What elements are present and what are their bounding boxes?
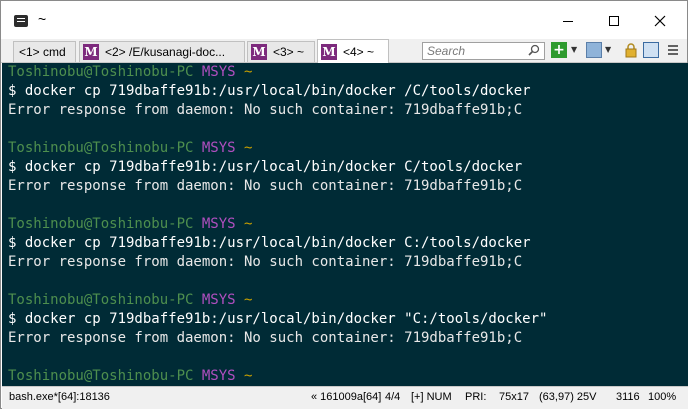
maximize-icon (609, 16, 619, 26)
minimize-icon (563, 20, 573, 22)
search-icon[interactable] (528, 44, 540, 56)
status-zoom: 100% (648, 391, 677, 403)
prompt-user: Toshinobu@Toshinobu-PC (8, 64, 194, 80)
tab-2-kusanagi[interactable]: M <2> /E/kusanagi-doc... (79, 41, 245, 62)
prompt-line: Toshinobu@Toshinobu-PC MSYS ~ (8, 63, 688, 82)
prompt-path: ~ (244, 368, 253, 384)
prompt-system: MSYS (201, 216, 236, 232)
tab-label: <3> ~ (273, 45, 305, 59)
prompt-system: MSYS (201, 64, 236, 80)
status-priority: PRI: (465, 391, 487, 403)
hamburger-menu-icon[interactable] (665, 42, 681, 58)
prompt-user: Toshinobu@Toshinobu-PC (8, 292, 194, 308)
prompt-path: ~ (244, 292, 253, 308)
status-process: bash.exe*[64]:18136 (9, 391, 110, 403)
msys-icon: M (321, 43, 337, 60)
status-number: 3116 (616, 391, 640, 403)
lock-icon[interactable] (623, 42, 639, 58)
close-button[interactable] (637, 7, 683, 35)
prompt-path: ~ (244, 216, 253, 232)
terminal-output[interactable]: Toshinobu@Toshinobu-PC MSYS ~ $ docker cp… (2, 63, 688, 386)
prompt-user: Toshinobu@Toshinobu-PC (8, 140, 194, 156)
prompt-path: ~ (244, 140, 253, 156)
window-title: ~ (38, 11, 47, 27)
command-line: $ docker cp 719dbaffe91b:/usr/local/bin/… (8, 311, 548, 327)
status-bar: bash.exe*[64]:18136 « 161009a[64] 4/4 [+… (2, 386, 688, 409)
status-mode: [+] NUM (411, 391, 452, 403)
command-line: $ docker cp 719dbaffe91b:/usr/local/bin/… (8, 83, 531, 99)
title-bar[interactable]: ~ (1, 1, 687, 39)
monitor-icon[interactable] (586, 42, 602, 58)
prompt-system: MSYS (201, 292, 236, 308)
console-app-icon[interactable] (14, 15, 28, 27)
tab-label: <2> /E/kusanagi-doc... (105, 45, 226, 59)
minimize-button[interactable] (545, 7, 591, 35)
console-window: ~ <1> cmd M <2> /E/kusanagi-doc... M <3>… (0, 0, 688, 409)
monitor-dropdown-icon[interactable]: ▼ (605, 42, 613, 58)
prompt-path: ~ (244, 64, 253, 80)
msys-icon: M (83, 44, 99, 60)
prompt-line: Toshinobu@Toshinobu-PC MSYS ~ (8, 367, 688, 386)
prompt-system: MSYS (201, 368, 236, 384)
tab-label: <4> ~ (343, 44, 375, 59)
prompt-user: Toshinobu@Toshinobu-PC (8, 216, 194, 232)
status-position: (63,97) 25V (539, 391, 597, 403)
status-size: 75x17 (499, 391, 529, 403)
tab-bar: <1> cmd M <2> /E/kusanagi-doc... M <3> ~… (1, 39, 687, 63)
prompt-system: MSYS (201, 140, 236, 156)
prompt-user: Toshinobu@Toshinobu-PC (8, 368, 194, 384)
output-line: Error response from daemon: No such cont… (8, 330, 523, 346)
tab-label: <1> cmd (19, 45, 66, 59)
output-line: Error response from daemon: No such cont… (8, 254, 523, 270)
tab-1-cmd[interactable]: <1> cmd (13, 41, 76, 62)
maximize-button[interactable] (591, 7, 637, 35)
new-console-icon[interactable]: + (551, 42, 567, 58)
command-line: $ docker cp 719dbaffe91b:/usr/local/bin/… (8, 235, 531, 251)
status-pid: « 161009a[64] (311, 391, 382, 403)
new-console-dropdown-icon[interactable]: ▼ (571, 42, 579, 58)
status-console: 4/4 (385, 391, 401, 403)
command-line: $ docker cp 719dbaffe91b:/usr/local/bin/… (8, 159, 523, 175)
output-line: Error response from daemon: No such cont… (8, 178, 523, 194)
msys-icon: M (251, 44, 267, 60)
prompt-line: Toshinobu@Toshinobu-PC MSYS ~ (8, 139, 688, 158)
search-input[interactable]: Search (422, 42, 545, 60)
prompt-line: Toshinobu@Toshinobu-PC MSYS ~ (8, 291, 688, 310)
tab-3-home[interactable]: M <3> ~ (247, 41, 315, 62)
tab-4-home-active[interactable]: M <4> ~ (317, 39, 389, 63)
prompt-line: Toshinobu@Toshinobu-PC MSYS ~ (8, 215, 688, 234)
output-line: Error response from daemon: No such cont… (8, 102, 523, 118)
panel-icon[interactable] (643, 42, 659, 58)
close-icon (654, 15, 666, 27)
